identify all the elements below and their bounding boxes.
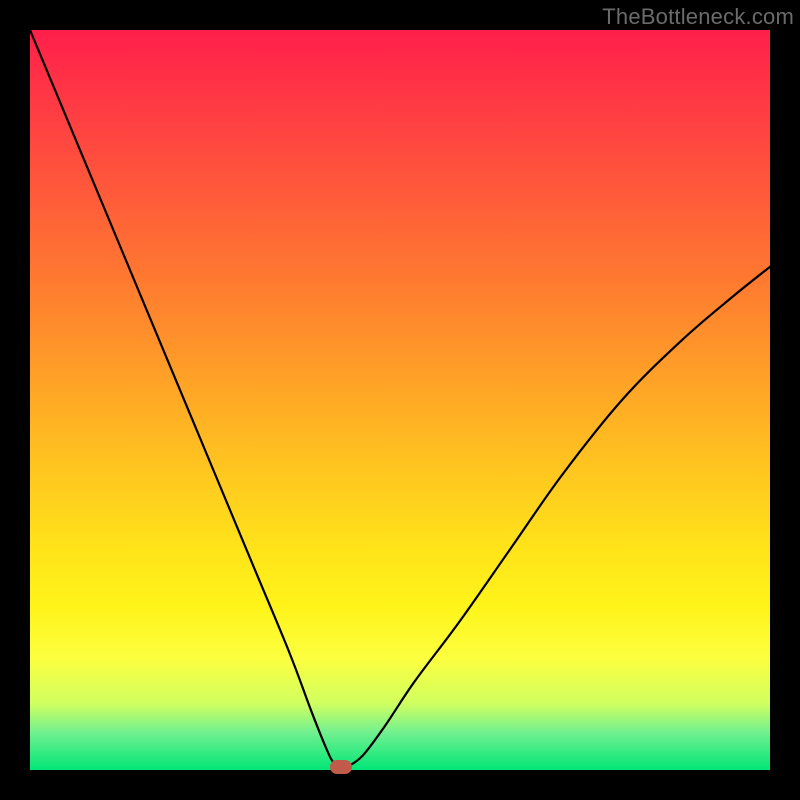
- plot-area: [30, 30, 770, 770]
- chart-frame: TheBottleneck.com: [0, 0, 800, 800]
- bottleneck-curve: [30, 30, 770, 770]
- curve-svg: [30, 30, 770, 770]
- optimum-marker: [330, 760, 352, 774]
- watermark-text: TheBottleneck.com: [602, 4, 794, 30]
